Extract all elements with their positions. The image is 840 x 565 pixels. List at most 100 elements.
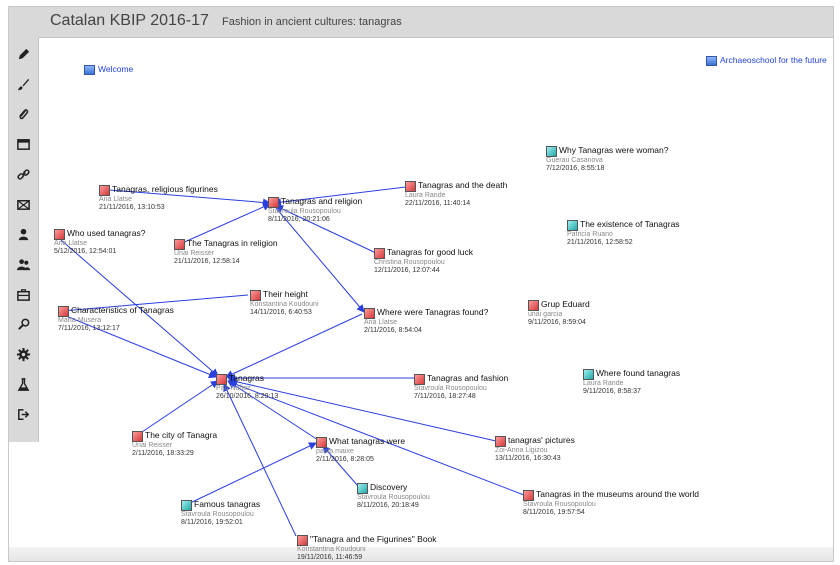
note-date: 7/11/2016, 18:27:48 (414, 393, 476, 400)
note-icon (216, 374, 227, 385)
note-author: Zoi-Anna Ligizou (495, 447, 548, 454)
note-icon (528, 300, 539, 311)
magnifier-icon (18, 318, 30, 330)
note-date: 2/11/2016, 8:54:04 (364, 327, 422, 334)
note-title: Characteristics of Tanagras (71, 305, 174, 315)
users-icon (16, 258, 31, 270)
link-icon (17, 168, 30, 180)
note-date: 22/11/2016, 11:40:14 (405, 200, 471, 207)
note-icon (132, 431, 143, 442)
portfolio-tool-button[interactable] (9, 283, 38, 305)
note-title: Tanagras and religion (281, 196, 363, 206)
search-tool-button[interactable] (9, 313, 38, 335)
pencil-tool-button[interactable] (9, 43, 38, 65)
logout-tool-button[interactable] (9, 403, 38, 425)
note-author: Stavroula Rousopoulou (357, 494, 430, 501)
note-icon (58, 306, 69, 317)
page-icon (84, 64, 95, 75)
note-author: Pau Nuñez (216, 385, 251, 392)
note-date: 8/11/2016, 19:57:54 (523, 509, 585, 516)
note-title: Who used tanagras? (67, 228, 146, 238)
note-title: "Tanagra and the Figurines" Book (310, 534, 437, 544)
note-date: 21/11/2016, 12:58:52 (567, 239, 633, 246)
note-author: Stavroula Rousopoulou (268, 208, 341, 215)
note-title: Tanagras and the death (418, 180, 508, 190)
link-tool-button[interactable] (9, 163, 38, 185)
note-icon (99, 185, 110, 196)
note-title: Grup Eduard (541, 299, 590, 309)
note-title: The city of Tanagra (145, 430, 218, 440)
welcome-link[interactable]: Welcome (84, 64, 133, 75)
note-date: 12/11/2016, 12:07:44 (374, 267, 440, 274)
user-tool-button[interactable] (9, 223, 38, 245)
note-date: 14/11/2016, 6:40:53 (250, 309, 312, 316)
bottom-bar (9, 547, 833, 561)
note-icon (567, 220, 578, 231)
note-title: Their height (263, 289, 308, 299)
note-date: 7/12/2016, 8:55:18 (546, 165, 605, 172)
note-title: Where were Tanagras found? (377, 307, 489, 317)
note-author: Laura Rande (405, 192, 446, 199)
note-author: Konstantina Koudouni (297, 546, 366, 553)
note-author: Stavroula Rousopoulou (414, 385, 487, 392)
note-title: Tanagras, religious figurines (112, 184, 218, 194)
note-icon (174, 239, 185, 250)
note-icon (405, 181, 416, 192)
page-title: Catalan KBIP 2016-17 (50, 12, 209, 29)
note-title: The existence of Tanagras (580, 219, 680, 229)
note-icon (316, 437, 327, 448)
header-bar: Catalan KBIP 2016-17 Fashion in ancient … (9, 7, 833, 38)
note-date: 21/11/2016, 13:10:53 (99, 204, 165, 211)
note-author: paula maixe (316, 448, 354, 455)
note-author: Stavroula Rousopoulou (523, 501, 596, 508)
note-icon (54, 229, 65, 240)
toolbar (9, 37, 39, 442)
brush-tool-button[interactable] (9, 73, 38, 95)
note-icon (181, 500, 192, 511)
note-author: Patricia Ruano (567, 231, 613, 238)
message-tool-button[interactable] (9, 193, 38, 215)
note-date: 7/11/2016, 13:12:17 (58, 325, 120, 332)
welcome-link-label: Welcome (98, 64, 134, 74)
page-icon (706, 55, 717, 66)
logout-icon (18, 408, 30, 420)
note-date: 21/11/2016, 12:58:14 (174, 258, 240, 265)
attach-tool-button[interactable] (9, 103, 38, 125)
lab-tool-button[interactable] (9, 373, 38, 395)
note-title: The Tanagras in religion (187, 238, 278, 248)
note-date: 19/11/2016, 11:46:59 (297, 554, 363, 561)
note-date: 13/11/2016, 16:30:43 (495, 455, 561, 462)
note-author: Guerau Casanova (546, 157, 603, 164)
note-icon (297, 535, 308, 546)
note-date: 5/12/2016, 12:54:01 (54, 248, 117, 255)
app-window: Catalan KBIP 2016-17 Fashion in ancient … (8, 6, 834, 562)
archaeoschool-link[interactable]: Archaeoschool for the future (706, 55, 827, 66)
note-date: 26/10/2016, 8:29:13 (216, 393, 279, 400)
envelope-icon (17, 199, 30, 210)
note-icon (546, 146, 557, 157)
note-icon (374, 248, 385, 259)
note-title: What tanagras were (329, 436, 406, 446)
note-icon (250, 290, 261, 301)
note-author: Laura Rande (583, 380, 624, 387)
note-date: 9/11/2016, 8:59:04 (528, 319, 586, 326)
settings-tool-button[interactable] (9, 343, 38, 365)
note-icon (414, 374, 425, 385)
note-title: Tanagras in the museums around the world (536, 489, 700, 499)
note-author: Stavroula Rousopoulou (181, 511, 254, 518)
note-author: Ana Llatse (364, 319, 398, 326)
note-icon (364, 308, 375, 319)
note-author: Christina Rousopoulou (374, 259, 445, 266)
note-author: Unai Reisser (174, 250, 215, 257)
note-title: Where found tanagras (596, 368, 681, 378)
window-tool-button[interactable] (9, 133, 38, 155)
gear-icon (16, 347, 31, 361)
note-date: 8/11/2016, 20:18:49 (357, 502, 419, 509)
note-author: Unai Reisser (132, 442, 173, 449)
note-author: unai garcia (528, 311, 563, 318)
note-title: Tanagras (229, 373, 264, 383)
group-tool-button[interactable] (9, 253, 38, 275)
archaeoschool-link-label: Archaeoschool for the future (720, 55, 827, 65)
flask-icon (17, 377, 30, 391)
note-icon (495, 436, 506, 447)
